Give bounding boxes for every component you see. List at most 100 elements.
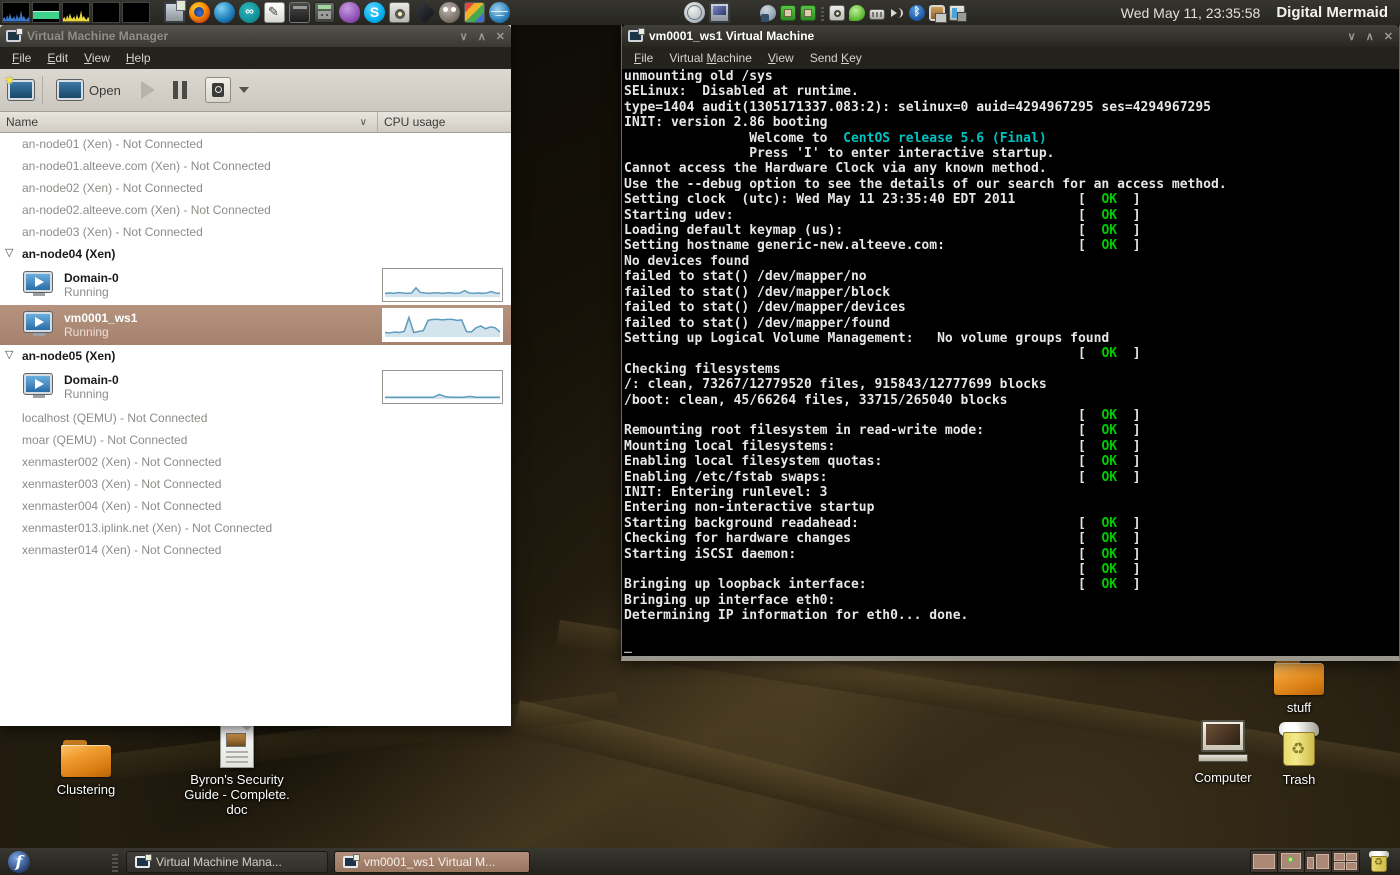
console-maximize-button[interactable]: ∧: [1366, 30, 1374, 43]
console-close-button[interactable]: ✕: [1384, 30, 1393, 43]
vm-row[interactable]: Domain-0Running: [0, 367, 511, 407]
taskbar-drag-handle[interactable]: [112, 852, 118, 872]
volume-icon[interactable]: [889, 5, 905, 21]
remote-viewer-icon[interactable]: [164, 2, 185, 23]
connection-row[interactable]: moar (QEMU) - Not Connected: [0, 429, 511, 451]
connection-row[interactable]: an-node02.alteeve.com (Xen) - Not Connec…: [0, 199, 511, 221]
connection-row[interactable]: an-node01 (Xen) - Not Connected: [0, 133, 511, 155]
menu-view[interactable]: View: [760, 49, 802, 67]
connection-row[interactable]: an-node01.alteeve.com (Xen) - Not Connec…: [0, 155, 511, 177]
console-line: Enabling /etc/fstab swaps: [ OK ]: [624, 470, 1399, 485]
memory-graph[interactable]: [32, 2, 60, 23]
speaker-icon[interactable]: [389, 2, 410, 23]
bluetooth-icon[interactable]: [909, 5, 925, 21]
thunderbird-icon[interactable]: [214, 2, 235, 23]
vmm-titlebar[interactable]: Virtual Machine Manager ∨ ∧ ✕: [0, 25, 511, 47]
terminal-icon[interactable]: [289, 2, 310, 23]
inkscape-icon[interactable]: [414, 2, 435, 23]
menu-edit[interactable]: Edit: [39, 49, 76, 67]
connection-row[interactable]: xenmaster014 (Xen) - Not Connected: [0, 539, 511, 561]
gimp-icon[interactable]: [439, 2, 460, 23]
menu-file[interactable]: File: [4, 49, 39, 67]
vm-console-screen[interactable]: unmounting old /sysSELinux: Disabled at …: [622, 69, 1399, 656]
keyboard-icon[interactable]: [869, 9, 885, 20]
fedora-menu-icon[interactable]: f: [8, 851, 30, 873]
taskbar-window-button[interactable]: Virtual Machine Mana...: [126, 851, 328, 873]
desktop-icon-stuff[interactable]: stuff: [1239, 658, 1359, 715]
shutdown-vm-button[interactable]: [205, 77, 231, 103]
vmm-minimize-button[interactable]: ∨: [460, 30, 468, 43]
console-minimize-button[interactable]: ∨: [1348, 30, 1356, 43]
menu-virtual-machine[interactable]: Virtual Machine: [661, 49, 760, 67]
chat-icon[interactable]: [849, 5, 865, 21]
workspace-4[interactable]: [1332, 851, 1359, 872]
pidgin-icon[interactable]: [339, 2, 360, 23]
vm-row[interactable]: vm0001_ws1Running: [0, 305, 511, 345]
vm-connection-list: an-node01 (Xen) - Not Connectedan-node01…: [0, 133, 511, 726]
workspace-3[interactable]: [1305, 851, 1332, 872]
connection-row[interactable]: localhost (QEMU) - Not Connected: [0, 407, 511, 429]
desktop-icon-trash[interactable]: Trash: [1239, 722, 1359, 787]
console-menubar: FileVirtual MachineViewSend Key: [622, 47, 1399, 69]
open-vm-button[interactable]: Open: [51, 76, 127, 104]
battery-icon[interactable]: [949, 5, 965, 21]
desktop-icon-clustering[interactable]: Clustering: [26, 740, 146, 797]
text-editor-icon[interactable]: [264, 2, 285, 23]
dual-display-icon[interactable]: [929, 5, 945, 21]
connection-row[interactable]: xenmaster004 (Xen) - Not Connected: [0, 495, 511, 517]
connection-row[interactable]: xenmaster002 (Xen) - Not Connected: [0, 451, 511, 473]
color-manager-icon[interactable]: [464, 2, 485, 23]
column-header-cpu[interactable]: CPU usage: [378, 112, 511, 132]
vmm-maximize-button[interactable]: ∧: [478, 30, 486, 43]
system-monitor-applet[interactable]: [2, 2, 152, 23]
run-vm-button[interactable]: [141, 81, 155, 99]
swap-graph[interactable]: [92, 2, 120, 23]
speaker-box-icon[interactable]: [829, 5, 845, 21]
workspace-1[interactable]: [1251, 851, 1278, 872]
menu-file[interactable]: File: [626, 49, 661, 67]
connection-row[interactable]: an-node02 (Xen) - Not Connected: [0, 177, 511, 199]
arduino-icon[interactable]: [239, 2, 260, 23]
shutdown-menu-chevron-icon[interactable]: [239, 87, 249, 98]
connection-row[interactable]: ▽an-node04 (Xen): [0, 243, 511, 265]
chip2-icon[interactable]: [800, 5, 816, 21]
console-window-title: vm0001_ws1 Virtual Machine: [649, 29, 814, 43]
menu-view[interactable]: View: [76, 49, 118, 67]
connection-row[interactable]: xenmaster003 (Xen) - Not Connected: [0, 473, 511, 495]
connection-row[interactable]: xenmaster013.iplink.net (Xen) - Not Conn…: [0, 517, 511, 539]
new-vm-button[interactable]: [8, 80, 34, 100]
workstation-icon[interactable]: [709, 2, 730, 23]
disk-graph[interactable]: [122, 2, 150, 23]
expander-icon[interactable]: ▽: [5, 348, 13, 361]
console-line: Mounting local filesystems: [ OK ]: [624, 439, 1399, 454]
console-line: Starting background readahead: [ OK ]: [624, 516, 1399, 531]
taskbar-window-button[interactable]: vm0001_ws1 Virtual M...: [334, 851, 530, 873]
menu-send-key[interactable]: Send Key: [802, 49, 870, 67]
globe-icon[interactable]: [489, 2, 510, 23]
network-graph[interactable]: [62, 2, 90, 23]
expander-icon[interactable]: ▽: [5, 246, 13, 259]
user-globe-icon[interactable]: [760, 5, 776, 21]
web-globe-icon[interactable]: [684, 2, 705, 23]
menu-help[interactable]: Help: [118, 49, 159, 67]
workspace-2[interactable]: [1278, 851, 1305, 872]
vm-row[interactable]: Domain-0Running: [0, 265, 511, 305]
cpu-load-graph[interactable]: [2, 2, 30, 23]
skype-icon[interactable]: [364, 2, 385, 23]
calculator-icon[interactable]: [314, 2, 335, 23]
console-line: No devices found: [624, 254, 1399, 269]
chip-icon[interactable]: [780, 5, 796, 21]
panel-user-name[interactable]: Digital Mermaid: [1276, 4, 1388, 21]
desktop-icon-byrons-doc[interactable]: Byron's Security Guide - Complete. doc: [177, 724, 297, 817]
trash-applet-icon[interactable]: [1368, 851, 1390, 873]
vmm-close-button[interactable]: ✕: [496, 30, 505, 43]
pause-vm-button[interactable]: [173, 81, 187, 99]
connection-row[interactable]: ▽an-node05 (Xen): [0, 345, 511, 367]
connection-row[interactable]: an-node03 (Xen) - Not Connected: [0, 221, 511, 243]
vm-status: Running: [64, 387, 119, 401]
column-header-name[interactable]: Name ∨: [0, 112, 378, 132]
console-titlebar[interactable]: vm0001_ws1 Virtual Machine ∨ ∧ ✕: [622, 25, 1399, 47]
panel-clock[interactable]: Wed May 11, 23:35:58: [1121, 5, 1261, 21]
console-line: unmounting old /sys: [624, 69, 1399, 84]
firefox-icon[interactable]: [189, 2, 210, 23]
